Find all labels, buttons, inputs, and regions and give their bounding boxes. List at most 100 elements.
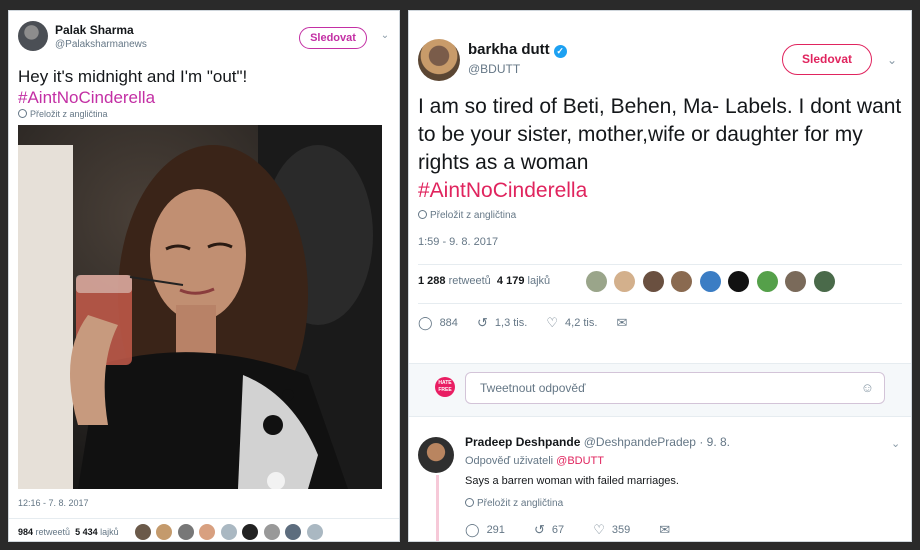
reply-composer: HATE FREE Tweetnout odpověď ☺ bbox=[409, 363, 911, 417]
reply-text: Says a barren woman with failed marriage… bbox=[465, 475, 679, 487]
reply-button[interactable]: ◯ 291 bbox=[465, 522, 505, 538]
translate-link[interactable]: Přeložit z angličtina bbox=[18, 109, 108, 119]
hashtag-link[interactable]: #AintNoCinderella bbox=[18, 87, 388, 108]
follow-button[interactable]: Sledovat bbox=[782, 44, 872, 75]
retweet-count: 67 bbox=[551, 524, 565, 536]
hate-free-logo: HATE FREE bbox=[435, 377, 455, 397]
liker-avatar[interactable] bbox=[156, 523, 173, 540]
photo-illustration bbox=[18, 125, 382, 489]
avatar[interactable] bbox=[18, 21, 48, 51]
author-name[interactable]: barkha dutt bbox=[468, 41, 550, 58]
liker-avatar[interactable] bbox=[671, 271, 693, 292]
liker-avatar[interactable] bbox=[728, 271, 750, 292]
likes-count[interactable]: 5 434 bbox=[75, 527, 98, 537]
translate-link[interactable]: Přeložit z angličtina bbox=[465, 498, 563, 509]
globe-icon bbox=[418, 210, 427, 219]
globe-icon bbox=[18, 109, 27, 118]
avatar[interactable] bbox=[418, 39, 460, 81]
reply-to-line: Odpověď uživateli @BDUTT bbox=[465, 455, 604, 467]
tweet-actions: ◯ 884 ↺ 1,3 tis. ♡ 4,2 tis. ✉ bbox=[418, 315, 650, 331]
liker-avatar[interactable] bbox=[177, 523, 194, 540]
tweet-photo[interactable] bbox=[18, 125, 382, 489]
tweet-text-line: Hey it's midnight and I'm "out"! bbox=[18, 67, 248, 86]
author-name-row[interactable]: barkha dutt ✓ bbox=[468, 41, 567, 58]
reply-author-name[interactable]: Pradeep Deshpande bbox=[465, 435, 580, 449]
liker-avatars bbox=[586, 271, 838, 292]
reply-author-handle[interactable]: @DeshpandePradep bbox=[584, 435, 696, 449]
reply-author-row: Pradeep Deshpande @DeshpandePradep · 9. … bbox=[465, 435, 730, 449]
reply-button[interactable]: ◯ 884 bbox=[418, 315, 458, 331]
chevron-down-icon[interactable]: ⌄ bbox=[891, 437, 900, 450]
divider bbox=[418, 264, 902, 265]
translate-link[interactable]: Přeložit z angličtina bbox=[418, 210, 516, 221]
likes-label: lajků bbox=[527, 275, 551, 287]
liker-avatar[interactable] bbox=[285, 523, 302, 540]
reply-actions: ◯ 291 ↺ 67 ♡ 359 ✉ bbox=[465, 522, 703, 538]
retweets-count[interactable]: 1 288 bbox=[418, 275, 446, 287]
reply-count: 291 bbox=[486, 524, 505, 536]
author-handle[interactable]: @Palaksharmanews bbox=[55, 39, 147, 50]
dm-icon: ✉ bbox=[616, 315, 628, 330]
like-icon: ♡ bbox=[593, 522, 605, 537]
liker-avatar[interactable] bbox=[614, 271, 636, 292]
chevron-down-icon[interactable]: ⌄ bbox=[378, 29, 392, 43]
author-name[interactable]: Palak Sharma bbox=[55, 23, 134, 37]
liker-avatar[interactable] bbox=[642, 271, 664, 292]
reply-input[interactable]: Tweetnout odpověď ☺ bbox=[465, 372, 885, 404]
liker-avatar[interactable] bbox=[306, 523, 323, 540]
like-button[interactable]: ♡ 359 bbox=[593, 522, 630, 538]
liker-avatar[interactable] bbox=[813, 271, 835, 292]
retweets-count[interactable]: 984 bbox=[18, 527, 33, 537]
tweet-text: Hey it's midnight and I'm "out"! #AintNo… bbox=[18, 66, 388, 108]
tweet-text: I am so tired of Beti, Behen, Ma- Labels… bbox=[418, 93, 903, 205]
follow-button[interactable]: Sledovat bbox=[299, 27, 367, 49]
tweet-stats: 984 retweetů 5 434 lajků bbox=[18, 527, 119, 537]
author-handle[interactable]: @BDUTT bbox=[468, 62, 520, 76]
liker-avatar[interactable] bbox=[785, 271, 807, 292]
divider bbox=[418, 303, 902, 304]
right-tweet-card: barkha dutt ✓ @BDUTT Sledovat ⌄ I am so t… bbox=[408, 10, 912, 542]
liker-avatar[interactable] bbox=[199, 523, 216, 540]
likes-count[interactable]: 4 179 bbox=[497, 275, 525, 287]
divider bbox=[9, 518, 399, 519]
tweet-stats: 1 288 retweetů 4 179 lajků bbox=[418, 275, 550, 287]
like-button[interactable]: ♡ 4,2 tis. bbox=[546, 315, 597, 331]
liker-avatar[interactable] bbox=[586, 271, 607, 292]
thread-line bbox=[436, 475, 439, 541]
dm-icon: ✉ bbox=[659, 522, 671, 537]
emoji-icon[interactable]: ☺ bbox=[861, 373, 874, 403]
chevron-down-icon[interactable]: ⌄ bbox=[887, 53, 897, 67]
retweet-button[interactable]: ↺ 67 bbox=[534, 522, 564, 538]
reply-date[interactable]: · 9. 8. bbox=[699, 435, 730, 449]
verified-icon: ✓ bbox=[553, 45, 567, 58]
liker-avatar[interactable] bbox=[135, 523, 151, 540]
liker-avatar[interactable] bbox=[242, 523, 259, 540]
dm-button[interactable]: ✉ bbox=[616, 315, 634, 331]
liker-avatars bbox=[135, 523, 324, 541]
globe-icon bbox=[465, 498, 474, 507]
retweet-icon: ↺ bbox=[533, 522, 545, 537]
liker-avatar[interactable] bbox=[699, 271, 721, 292]
mention-link[interactable]: @BDUTT bbox=[556, 455, 604, 467]
tweet-timestamp[interactable]: 12:16 - 7. 8. 2017 bbox=[18, 498, 89, 508]
like-count: 359 bbox=[611, 524, 631, 536]
tweet-timestamp[interactable]: 1:59 - 9. 8. 2017 bbox=[418, 236, 498, 248]
translate-label: Přeložit z angličtina bbox=[30, 109, 108, 119]
retweets-label: retweetů bbox=[35, 527, 71, 537]
reply-to-label: Odpověď uživateli bbox=[465, 455, 554, 467]
liker-avatar[interactable] bbox=[220, 523, 237, 540]
reply-icon: ◯ bbox=[418, 315, 433, 330]
avatar[interactable] bbox=[418, 437, 454, 473]
dm-button[interactable]: ✉ bbox=[659, 522, 677, 538]
retweet-count: 1,3 tis. bbox=[494, 317, 528, 329]
liker-avatar[interactable] bbox=[756, 271, 778, 292]
reply-tweet[interactable]: Pradeep Deshpande @DeshpandePradep · 9. … bbox=[409, 419, 911, 541]
translate-label: Přeložit z angličtina bbox=[430, 210, 517, 221]
reply-icon: ◯ bbox=[465, 522, 480, 537]
hashtag-link[interactable]: #AintNoCinderella bbox=[418, 177, 903, 205]
retweet-icon: ↺ bbox=[476, 315, 488, 330]
like-count: 4,2 tis. bbox=[565, 317, 598, 329]
retweet-button[interactable]: ↺ 1,3 tis. bbox=[477, 315, 527, 331]
liker-avatar[interactable] bbox=[263, 523, 280, 540]
tweet-body: I am so tired of Beti, Behen, Ma- Labels… bbox=[418, 95, 902, 174]
